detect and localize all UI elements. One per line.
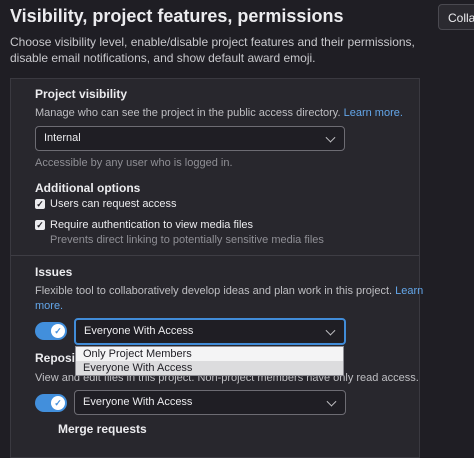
learn-more-link[interactable]: Learn more. [344, 107, 403, 119]
issues-learn-more-link-b[interactable]: more. [35, 300, 63, 312]
project-visibility-description-text: Manage who can see the project in the pu… [35, 107, 341, 119]
issues-description-text: Flexible tool to collaboratively develop… [35, 285, 393, 297]
merge-requests-heading: Merge requests [58, 422, 147, 436]
dropdown-option-only-project-members[interactable]: Only Project Members [76, 347, 343, 361]
media-auth-label: Require authentication to view media fil… [50, 219, 254, 231]
section-description: Choose visibility level, enable/disable … [10, 35, 415, 65]
issues-heading: Issues [35, 265, 73, 279]
chevron-down-icon [325, 325, 336, 336]
issues-toggle[interactable]: ✓ [35, 322, 67, 340]
dropdown-option-everyone-with-access[interactable]: Everyone With Access [76, 361, 343, 375]
check-icon: ✓ [51, 396, 65, 410]
repository-toggle[interactable]: ✓ [35, 394, 67, 412]
access-dropdown-menu: Only Project Members Everyone With Acces… [75, 346, 344, 376]
visibility-select-value: Internal [44, 132, 81, 144]
request-access-checkbox[interactable]: ✓ [35, 199, 45, 209]
project-visibility-description: Manage who can see the project in the pu… [35, 107, 403, 119]
visibility-select[interactable]: Internal [35, 126, 345, 151]
project-visibility-heading: Project visibility [35, 87, 128, 101]
chevron-down-icon [326, 396, 337, 407]
repository-access-select-value: Everyone With Access [83, 396, 193, 408]
issues-description: Flexible tool to collaboratively develop… [35, 285, 423, 297]
section-divider [11, 255, 419, 256]
request-access-label: Users can request access [50, 198, 177, 210]
additional-options-heading: Additional options [35, 181, 141, 195]
issues-access-select-value: Everyone With Access [84, 325, 194, 337]
collapse-button[interactable]: Collapse [438, 4, 474, 30]
media-auth-hint: Prevents direct linking to potentially s… [50, 234, 324, 246]
media-auth-checkbox[interactable]: ✓ [35, 220, 45, 230]
chevron-down-icon [325, 132, 336, 143]
repository-access-select[interactable]: Everyone With Access [74, 390, 346, 415]
issues-access-select[interactable]: Everyone With Access [74, 318, 346, 345]
settings-panel: Project visibility Manage who can see th… [10, 78, 423, 458]
issues-learn-more-link-a[interactable]: Learn [395, 285, 423, 297]
visibility-help-text: Accessible by any user who is logged in. [35, 157, 233, 169]
page-title: Visibility, project features, permission… [10, 6, 344, 26]
check-icon: ✓ [51, 324, 65, 338]
